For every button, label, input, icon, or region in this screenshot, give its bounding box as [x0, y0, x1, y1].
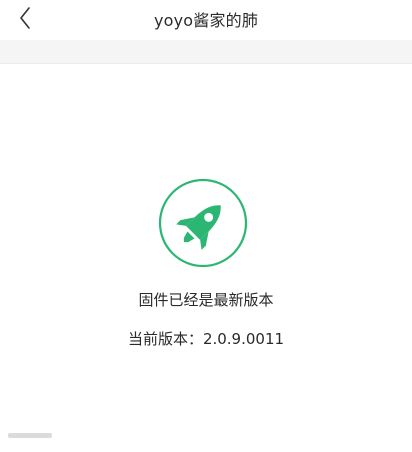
watermark-logo: [8, 433, 52, 438]
page-title: yoyo酱家的肺: [153, 11, 259, 30]
section-divider: [0, 40, 412, 64]
navigation-bar: yoyo酱家的肺: [0, 0, 412, 40]
firmware-update-screen: yoyo酱家的肺 固件已经是最新版本 当前版本：2.0.9.0011: [0, 0, 412, 452]
rocket-icon: [158, 178, 248, 268]
firmware-status-panel: 固件已经是最新版本 当前版本：2.0.9.0011: [0, 64, 412, 452]
current-version-text: 当前版本：2.0.9.0011: [127, 330, 285, 348]
firmware-status-text: 固件已经是最新版本: [138, 291, 274, 309]
